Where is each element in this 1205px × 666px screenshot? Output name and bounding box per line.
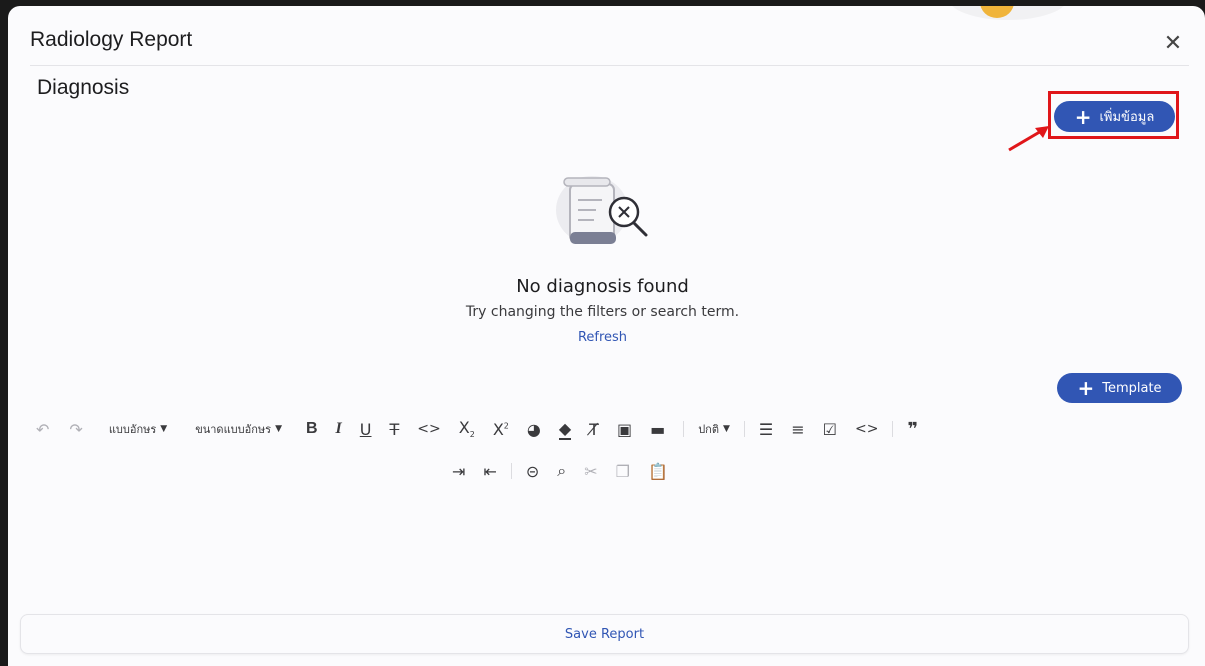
dialog-title: Radiology Report — [30, 28, 193, 51]
undo-button[interactable]: ↶ — [36, 416, 49, 442]
add-data-button[interactable]: + เพิ่มข้อมูล — [1054, 101, 1175, 132]
italic-icon: I — [335, 420, 342, 437]
plus-icon: + — [1077, 376, 1095, 400]
paragraph-style-dropdown[interactable]: ปกติ ▼ — [698, 416, 730, 442]
blockquote-button[interactable]: ❞ — [907, 416, 918, 442]
empty-state-title: No diagnosis found — [516, 276, 689, 297]
indent-icon: ⇥ — [452, 461, 466, 481]
unordered-list-button[interactable]: ≡ — [791, 416, 804, 442]
insert-video-button[interactable]: ▬ — [650, 416, 665, 442]
toolbar-separator — [510, 463, 512, 479]
search-button[interactable]: ⌕ — [557, 458, 566, 484]
copy-icon: ❐ — [615, 461, 630, 481]
underline-button[interactable]: U — [360, 416, 372, 442]
add-data-label: เพิ่มข้อมูล — [1099, 110, 1155, 125]
code-icon: <> — [417, 421, 441, 437]
clear-format-button[interactable]: T̸ — [589, 416, 599, 442]
template-label: Template — [1102, 380, 1162, 396]
code-button[interactable]: <> — [417, 416, 440, 442]
outdent-icon: ⇤ — [483, 461, 497, 481]
code-block-icon: <> — [855, 421, 879, 437]
fill-color-icon: ◆ — [558, 418, 572, 440]
font-size-dropdown[interactable]: ขนาดแบบอักษร ▼ — [195, 416, 282, 442]
annotation-arrow-icon — [1008, 126, 1049, 152]
caret-down-icon: ▼ — [160, 424, 168, 434]
save-report-label: Save Report — [564, 626, 645, 642]
underline-icon: U — [359, 419, 372, 439]
subscript-icon: X2 — [458, 418, 475, 440]
caret-down-icon: ▼ — [722, 424, 730, 434]
toolbar-separator — [892, 421, 894, 437]
checkbox-icon: ☑ — [822, 419, 837, 439]
video-icon: ▬ — [650, 419, 666, 439]
redo-button[interactable]: ↷ — [69, 416, 82, 442]
checklist-button[interactable]: ☑ — [823, 416, 837, 442]
bold-icon: B — [305, 420, 318, 437]
ordered-list-icon: ☰ — [758, 419, 774, 439]
redo-icon: ↷ — [69, 419, 83, 439]
template-button[interactable]: + Template — [1057, 373, 1182, 403]
code-block-button[interactable]: <> — [855, 416, 878, 442]
editor-toolbar-row-2: ⇥ ⇤ ⊝ ⌕ ✂ ❐ 📋 — [452, 458, 682, 484]
superscript-icon: X2 — [492, 419, 509, 439]
clipboard-icon: 📋 — [647, 461, 668, 481]
outdent-button[interactable]: ⇤ — [483, 458, 496, 484]
subscript-button[interactable]: X2 — [459, 416, 475, 442]
font-size-label: ขนาดแบบอักษร — [195, 423, 272, 436]
search-icon: ⌕ — [557, 461, 567, 480]
superscript-button[interactable]: X2 — [493, 416, 509, 442]
clear-format-icon: T̸ — [589, 419, 599, 439]
palette-icon: ◕ — [526, 419, 541, 439]
font-family-label: แบบอักษร — [108, 423, 157, 436]
close-button[interactable]: ✕ — [1158, 28, 1188, 58]
header-divider — [30, 65, 1189, 66]
editor-toolbar-row-1: ↶ ↷ แบบอักษร ▼ ขนาดแบบอักษร ▼ B I U T <>… — [36, 416, 932, 442]
scissors-icon: ✂ — [584, 461, 598, 481]
paste-button[interactable]: 📋 — [648, 458, 668, 484]
strikethrough-button[interactable]: T — [390, 416, 400, 442]
bold-button[interactable]: B — [306, 416, 318, 442]
toolbar-separator — [683, 421, 685, 437]
cut-button[interactable]: ✂ — [584, 458, 597, 484]
quote-icon: ❞ — [907, 418, 919, 440]
unordered-list-icon: ≡ — [791, 419, 805, 439]
undo-icon: ↶ — [36, 419, 50, 439]
toolbar-separator — [743, 421, 745, 437]
font-family-dropdown[interactable]: แบบอักษร ▼ — [109, 416, 167, 442]
caret-down-icon: ▼ — [275, 424, 282, 434]
link-icon: ⊝ — [525, 461, 540, 481]
copy-button[interactable]: ❐ — [616, 458, 630, 484]
ordered-list-button[interactable]: ☰ — [759, 416, 773, 442]
strikethrough-icon: T — [389, 419, 400, 439]
empty-state-subtitle: Try changing the filters or search term. — [465, 304, 740, 320]
insert-image-button[interactable]: ▣ — [617, 416, 632, 442]
paragraph-style-label: ปกติ — [698, 423, 719, 436]
close-icon: ✕ — [1163, 30, 1183, 56]
refresh-link[interactable]: Refresh — [0, 330, 1205, 345]
section-title: Diagnosis — [37, 76, 130, 99]
fill-color-button[interactable]: ◆ — [558, 416, 572, 442]
italic-button[interactable]: I — [336, 416, 342, 442]
save-report-button[interactable]: Save Report — [20, 614, 1189, 654]
image-icon: ▣ — [616, 419, 633, 439]
plus-icon: + — [1074, 104, 1092, 129]
indent-button[interactable]: ⇥ — [452, 458, 465, 484]
link-button[interactable]: ⊝ — [526, 458, 539, 484]
text-color-button[interactable]: ◕ — [527, 416, 541, 442]
document-search-icon — [556, 176, 648, 244]
